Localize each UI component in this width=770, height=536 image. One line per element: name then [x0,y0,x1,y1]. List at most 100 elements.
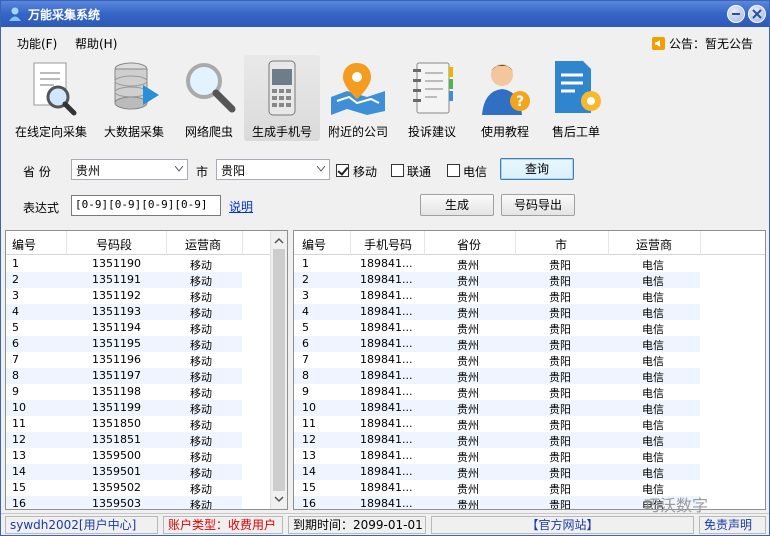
tool-label: 投诉建议 [407,125,456,139]
table-row[interactable]: 15 189841... 贵州 贵阳 电信 [294,480,700,496]
table-row[interactable]: 1 1351190 移动 [6,256,242,272]
table-row[interactable]: 3 189841... 贵州 贵阳 电信 [294,288,700,304]
tool-tutorial[interactable]: ? 使用教程 [467,55,543,141]
table-cell: 2 [12,273,19,286]
table-cell: 贵阳 [549,435,571,448]
table-cell: 贵阳 [549,419,571,432]
telecom-label: 电信 [463,165,488,179]
table-row[interactable]: 5 1351194 移动 [6,320,242,336]
mobile-checkbox[interactable] [336,164,349,177]
menu-function[interactable]: 功能(F) [17,35,57,52]
province-label: 省 份 [23,165,51,179]
table-cell: 移动 [190,355,212,368]
scroll-down-icon[interactable] [271,491,287,507]
query-button[interactable]: 查询 [500,158,574,180]
menu-help[interactable]: 帮助(H) [75,35,117,52]
table-cell: 189841... [360,273,413,286]
tool-online-collect[interactable]: 在线定向采集 [13,55,89,141]
tool-label: 生成手机号 [251,125,312,139]
table-cell: 189841... [360,337,413,350]
table-row[interactable]: 10 189841... 贵州 贵阳 电信 [294,400,700,416]
scroll-up-icon[interactable] [271,233,287,249]
table-cell: 移动 [190,307,212,320]
tool-after-sale[interactable]: 售后工单 [538,55,614,141]
table-row[interactable]: 2 1351191 移动 [6,272,242,288]
left-table-scrollbar[interactable] [270,231,287,509]
table-cell: 189841... [360,433,413,446]
table-cell: 3 [12,289,19,302]
table-cell: 15 [12,481,26,494]
table-row[interactable]: 6 1351195 移动 [6,336,242,352]
table-row[interactable]: 1 189841... 贵州 贵阳 电信 [294,256,700,272]
tool-complaint[interactable]: 投诉建议 [394,55,470,141]
table-cell: 移动 [190,499,212,510]
city-label: 市 [196,165,209,179]
table-cell: 16 [302,497,316,510]
document-search-icon [33,62,77,116]
table-cell: 189841... [360,305,413,318]
tool-bigdata-collect[interactable]: 大数据采集 [96,55,172,141]
table-cell: 贵阳 [549,275,571,288]
disclaimer-link[interactable]: 免责声明 [699,516,766,534]
table-cell: 1351850 [92,417,141,430]
tool-generate-phone[interactable]: 生成手机号 [244,55,320,141]
left-scroll-thumb[interactable] [273,249,285,491]
table-cell: 贵州 [457,371,479,384]
table-row[interactable]: 7 1351196 移动 [6,352,242,368]
user-center-link[interactable]: sywdh2002[用户中心] [5,516,158,534]
table-row[interactable]: 3 1351192 移动 [6,288,242,304]
table-cell: 13 [12,449,26,462]
table-row[interactable]: 10 1351199 移动 [6,400,242,416]
table-cell: 1351195 [92,337,141,350]
table-cell: 电信 [642,339,664,352]
province-select[interactable]: 贵州 [71,159,188,180]
table-row[interactable]: 13 189841... 贵州 贵阳 电信 [294,448,700,464]
generate-button[interactable]: 生成 [420,194,494,216]
table-row[interactable]: 2 189841... 贵州 贵阳 电信 [294,272,700,288]
table-row[interactable]: 12 189841... 贵州 贵阳 电信 [294,432,700,448]
table-cell: 13 [302,449,316,462]
telecom-checkbox[interactable] [447,164,460,177]
expression-input[interactable]: [0-9][0-9][0-9][0-9] [71,195,221,216]
table-cell: 14 [12,465,26,478]
table-row[interactable]: 12 1351851 移动 [6,432,242,448]
user-help-icon: ? [482,64,530,115]
tool-nearby-company[interactable]: 附近的公司 [320,55,396,141]
table-row[interactable]: 4 1351193 移动 [6,304,242,320]
table-cell: 189841... [360,417,413,430]
close-button[interactable] [748,5,766,23]
table-row[interactable]: 5 189841... 贵州 贵阳 电信 [294,320,700,336]
table-row[interactable]: 11 1351850 移动 [6,416,242,432]
minimize-button[interactable] [727,5,745,23]
tool-web-crawler[interactable]: 网络爬虫 [171,55,247,141]
table-row[interactable]: 7 189841... 贵州 贵阳 电信 [294,352,700,368]
table-row[interactable]: 11 189841... 贵州 贵阳 电信 [294,416,700,432]
table-cell: 1351194 [92,321,141,334]
table-row[interactable]: 8 1351197 移动 [6,368,242,384]
table-cell: 1359501 [92,465,141,478]
table-row[interactable]: 4 189841... 贵州 贵阳 电信 [294,304,700,320]
unicom-checkbox[interactable] [391,164,404,177]
table-cell: 移动 [190,387,212,400]
chevron-down-icon [317,166,325,172]
table-cell: 189841... [360,353,413,366]
column-header: 运营商 [185,238,222,252]
table-cell: 贵阳 [549,451,571,464]
table-row[interactable]: 14 189841... 贵州 贵阳 电信 [294,464,700,480]
table-row[interactable]: 6 189841... 贵州 贵阳 电信 [294,336,700,352]
export-button[interactable]: 号码导出 [501,194,575,216]
table-row[interactable]: 9 189841... 贵州 贵阳 电信 [294,384,700,400]
table-cell: 贵州 [457,339,479,352]
table-row[interactable]: 15 1359502 移动 [6,480,242,496]
table-row[interactable]: 14 1359501 移动 [6,464,242,480]
table-row[interactable]: 16 1359503 移动 [6,496,242,510]
table-row[interactable]: 8 189841... 贵州 贵阳 电信 [294,368,700,384]
city-select[interactable]: 贵阳 [216,159,330,180]
table-row[interactable]: 13 1359500 移动 [6,448,242,464]
close-icon [752,9,762,19]
explain-link[interactable]: 说明 [229,198,253,215]
tool-label: 使用教程 [480,125,529,139]
official-site-link[interactable]: 【官方网站】 [431,516,694,534]
table-row[interactable]: 9 1351198 移动 [6,384,242,400]
table-row[interactable]: 16 189841... 贵州 贵阳 电信 [294,496,700,510]
